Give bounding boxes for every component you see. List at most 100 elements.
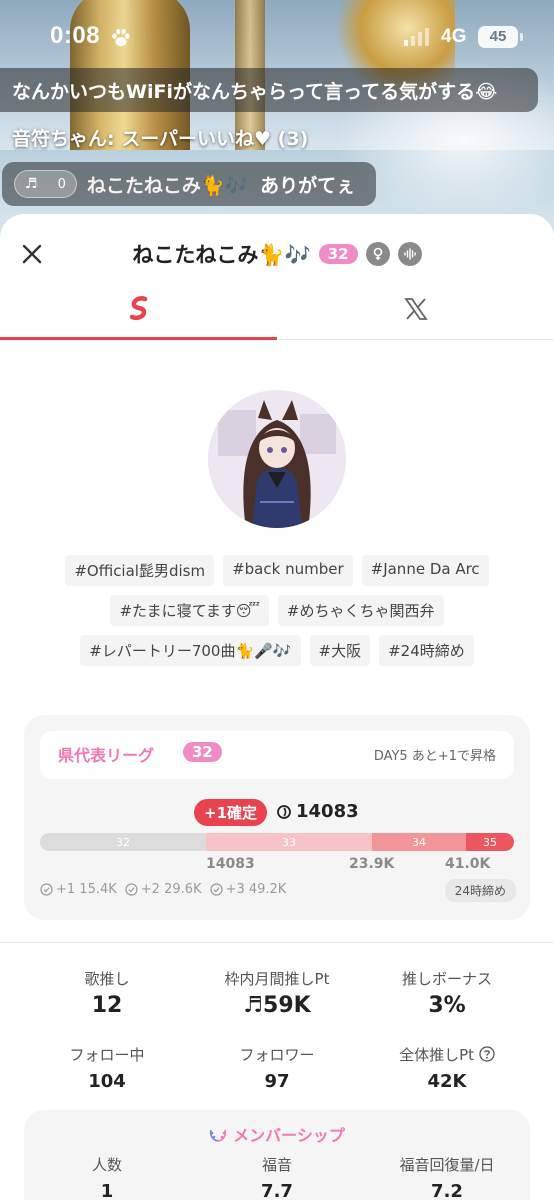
bar-segment-label: 33 bbox=[282, 835, 296, 849]
avatar-illustration bbox=[208, 390, 346, 528]
membership-card[interactable]: メンバーシップ 人数 1 福音 7.7 福音回復量/日 7.2 bbox=[24, 1110, 530, 1200]
bar-segment: 34 bbox=[372, 833, 466, 851]
music-note-pill[interactable]: ♬ 0 bbox=[14, 170, 77, 198]
chat-message: ♬ 0 ねこたねこみ🐈🎶 ありがてぇ bbox=[2, 162, 376, 206]
divider bbox=[0, 942, 554, 943]
chat-message: 音符ちゃん: スーパーいいね♥ (3) bbox=[0, 115, 320, 159]
profile-name: ねこたねこみ🐈🎶 bbox=[132, 243, 311, 267]
status-bar: 0:08 4G 45 bbox=[0, 18, 554, 58]
chat-message-text: ありがてぇ bbox=[260, 174, 356, 197]
threshold-item: +1 15.4K bbox=[40, 882, 117, 897]
tag-chip[interactable]: #back number bbox=[223, 555, 353, 586]
status-time: 0:08 bbox=[50, 22, 101, 49]
profile-sheet: ねこたねこみ🐈🎶 32 #Official髭男dism #back number… bbox=[0, 214, 554, 1200]
threshold-text: +3 49.2K bbox=[225, 882, 287, 897]
check-circle-icon bbox=[125, 883, 138, 896]
profile-tabs bbox=[0, 278, 554, 340]
league-name: 県代表リーグ bbox=[58, 746, 155, 765]
stat-recovery: 福音回復量/日 7.2 bbox=[355, 1154, 539, 1200]
battery-icon: 45 bbox=[478, 26, 518, 48]
league-day-status: DAY5 あと+1で昇格 bbox=[373, 749, 496, 764]
stat-value: 7.2 bbox=[431, 1181, 463, 1200]
wreath-icon bbox=[210, 1129, 227, 1142]
chat-message-text: 音符ちゃん: スーパーいいね♥ (3) bbox=[12, 127, 309, 150]
tab-app-profile[interactable] bbox=[0, 278, 277, 340]
gender-icon bbox=[365, 242, 390, 266]
battery-level: 45 bbox=[489, 28, 507, 45]
tag-row: #レパートリー700曲🐈🎤🎶 #大阪 #24時締め bbox=[80, 635, 474, 666]
promotion-thresholds: +1 15.4K +2 29.6K +3 49.2K bbox=[40, 882, 286, 897]
stat-value: 42K bbox=[427, 1071, 467, 1092]
profile-header: ねこたねこみ🐈🎶 32 bbox=[0, 236, 554, 272]
stat-value: 104 bbox=[88, 1071, 126, 1092]
stat-label: 推しボーナス bbox=[401, 970, 492, 988]
stat-value: 12 bbox=[91, 993, 123, 1018]
league-header[interactable]: 県代表リーグ 32 DAY5 あと+1で昇格 bbox=[40, 731, 514, 779]
tag-chip[interactable]: #Janne Da Arc bbox=[361, 555, 489, 586]
league-score: 14083 bbox=[276, 801, 359, 822]
stat-label: 全体推しPt bbox=[399, 1046, 475, 1064]
stat-monthly-pt[interactable]: 枠内月間推しPt ♬59K bbox=[185, 968, 369, 1018]
signal-icon bbox=[404, 28, 429, 46]
bar-segment-label: 35 bbox=[483, 835, 497, 849]
tag-list: #Official髭男dism #back number #Janne Da A… bbox=[0, 555, 554, 666]
stat-total-pt[interactable]: 全体推しPt 42K bbox=[355, 1044, 539, 1092]
stat-following[interactable]: フォロー中 104 bbox=[15, 1044, 199, 1092]
league-card: 県代表リーグ 32 DAY5 あと+1で昇格 +1確定 14083 32 33 … bbox=[24, 715, 530, 920]
stat-bonus[interactable]: 推しボーナス 3% bbox=[355, 968, 539, 1018]
chat-message: なんかいつもWiFiがなんちゃらって言ってる気がする😂 bbox=[0, 68, 538, 112]
music-note-count: 0 bbox=[57, 176, 66, 192]
stat-value: 1 bbox=[100, 1181, 114, 1200]
stat-fukuon: 福音 7.7 bbox=[185, 1154, 369, 1200]
stat-members: 人数 1 bbox=[15, 1154, 199, 1200]
stat-label: 人数 bbox=[91, 1156, 122, 1174]
threshold-text: +2 29.6K bbox=[140, 882, 202, 897]
stat-label: 福音回復量/日 bbox=[399, 1156, 495, 1174]
promotion-confirmed-badge: +1確定 bbox=[194, 799, 268, 826]
network-label: 4G bbox=[441, 26, 467, 47]
threshold-text: +1 15.4K bbox=[56, 882, 117, 897]
membership-title: メンバーシップ bbox=[233, 1126, 345, 1145]
stat-value: ♬59K bbox=[243, 993, 311, 1018]
tag-chip[interactable]: #Official髭男dism bbox=[65, 555, 215, 586]
deadline-chip: 24時締め bbox=[444, 879, 516, 902]
voice-wave-icon bbox=[397, 242, 422, 266]
app-logo-icon bbox=[129, 295, 147, 320]
league-progress-bar: 32 33 34 35 bbox=[40, 833, 514, 851]
stat-value: 97 bbox=[264, 1071, 290, 1092]
score-value: 14083 bbox=[296, 801, 359, 822]
bar-mark-label: 41.0K bbox=[445, 856, 491, 872]
stat-label-row: 全体推しPt bbox=[355, 1044, 539, 1065]
bar-segment-label: 34 bbox=[412, 835, 426, 849]
tag-row: #たまに寝てます😴 #めちゃくちゃ関西弁 bbox=[110, 595, 444, 626]
avatar[interactable] bbox=[208, 390, 346, 528]
bar-segment-label: 32 bbox=[116, 835, 130, 849]
level-badge: 32 bbox=[318, 244, 358, 264]
tag-chip[interactable]: #たまに寝てます😴 bbox=[110, 595, 269, 626]
score-icon bbox=[277, 804, 291, 819]
bar-segment: 33 bbox=[206, 833, 372, 851]
x-logo-icon bbox=[403, 297, 428, 320]
stat-label: 枠内月間推しPt bbox=[224, 970, 330, 988]
battery-tip bbox=[520, 33, 523, 41]
league-level-badge: 32 bbox=[183, 742, 222, 762]
threshold-item: +3 49.2K bbox=[209, 882, 287, 897]
check-circle-icon bbox=[209, 883, 223, 896]
bar-segment: 35 bbox=[466, 833, 514, 851]
threshold-item: +2 29.6K bbox=[125, 882, 202, 897]
stat-value: 3% bbox=[428, 993, 466, 1018]
chat-message-text: なんかいつもWiFiがなんちゃらって言ってる気がする😂 bbox=[12, 80, 498, 103]
membership-header: メンバーシップ bbox=[24, 1122, 530, 1146]
stat-label: 歌推し bbox=[84, 970, 130, 988]
tag-chip[interactable]: #レパートリー700曲🐈🎤🎶 bbox=[80, 635, 301, 666]
tag-chip[interactable]: #めちゃくちゃ関西弁 bbox=[277, 595, 444, 626]
stat-song-oshi[interactable]: 歌推し 12 bbox=[15, 968, 199, 1018]
tab-x-profile[interactable] bbox=[277, 278, 554, 339]
help-icon[interactable] bbox=[479, 1046, 495, 1062]
bar-mark-label: 14083 bbox=[206, 856, 255, 872]
stat-followers[interactable]: フォロワー 97 bbox=[185, 1044, 369, 1092]
check-circle-icon bbox=[40, 883, 53, 896]
chat-author-name: ねこたねこみ🐈🎶 bbox=[86, 174, 249, 197]
tag-chip[interactable]: #24時締め bbox=[379, 635, 474, 666]
tag-chip[interactable]: #大阪 bbox=[309, 635, 371, 666]
